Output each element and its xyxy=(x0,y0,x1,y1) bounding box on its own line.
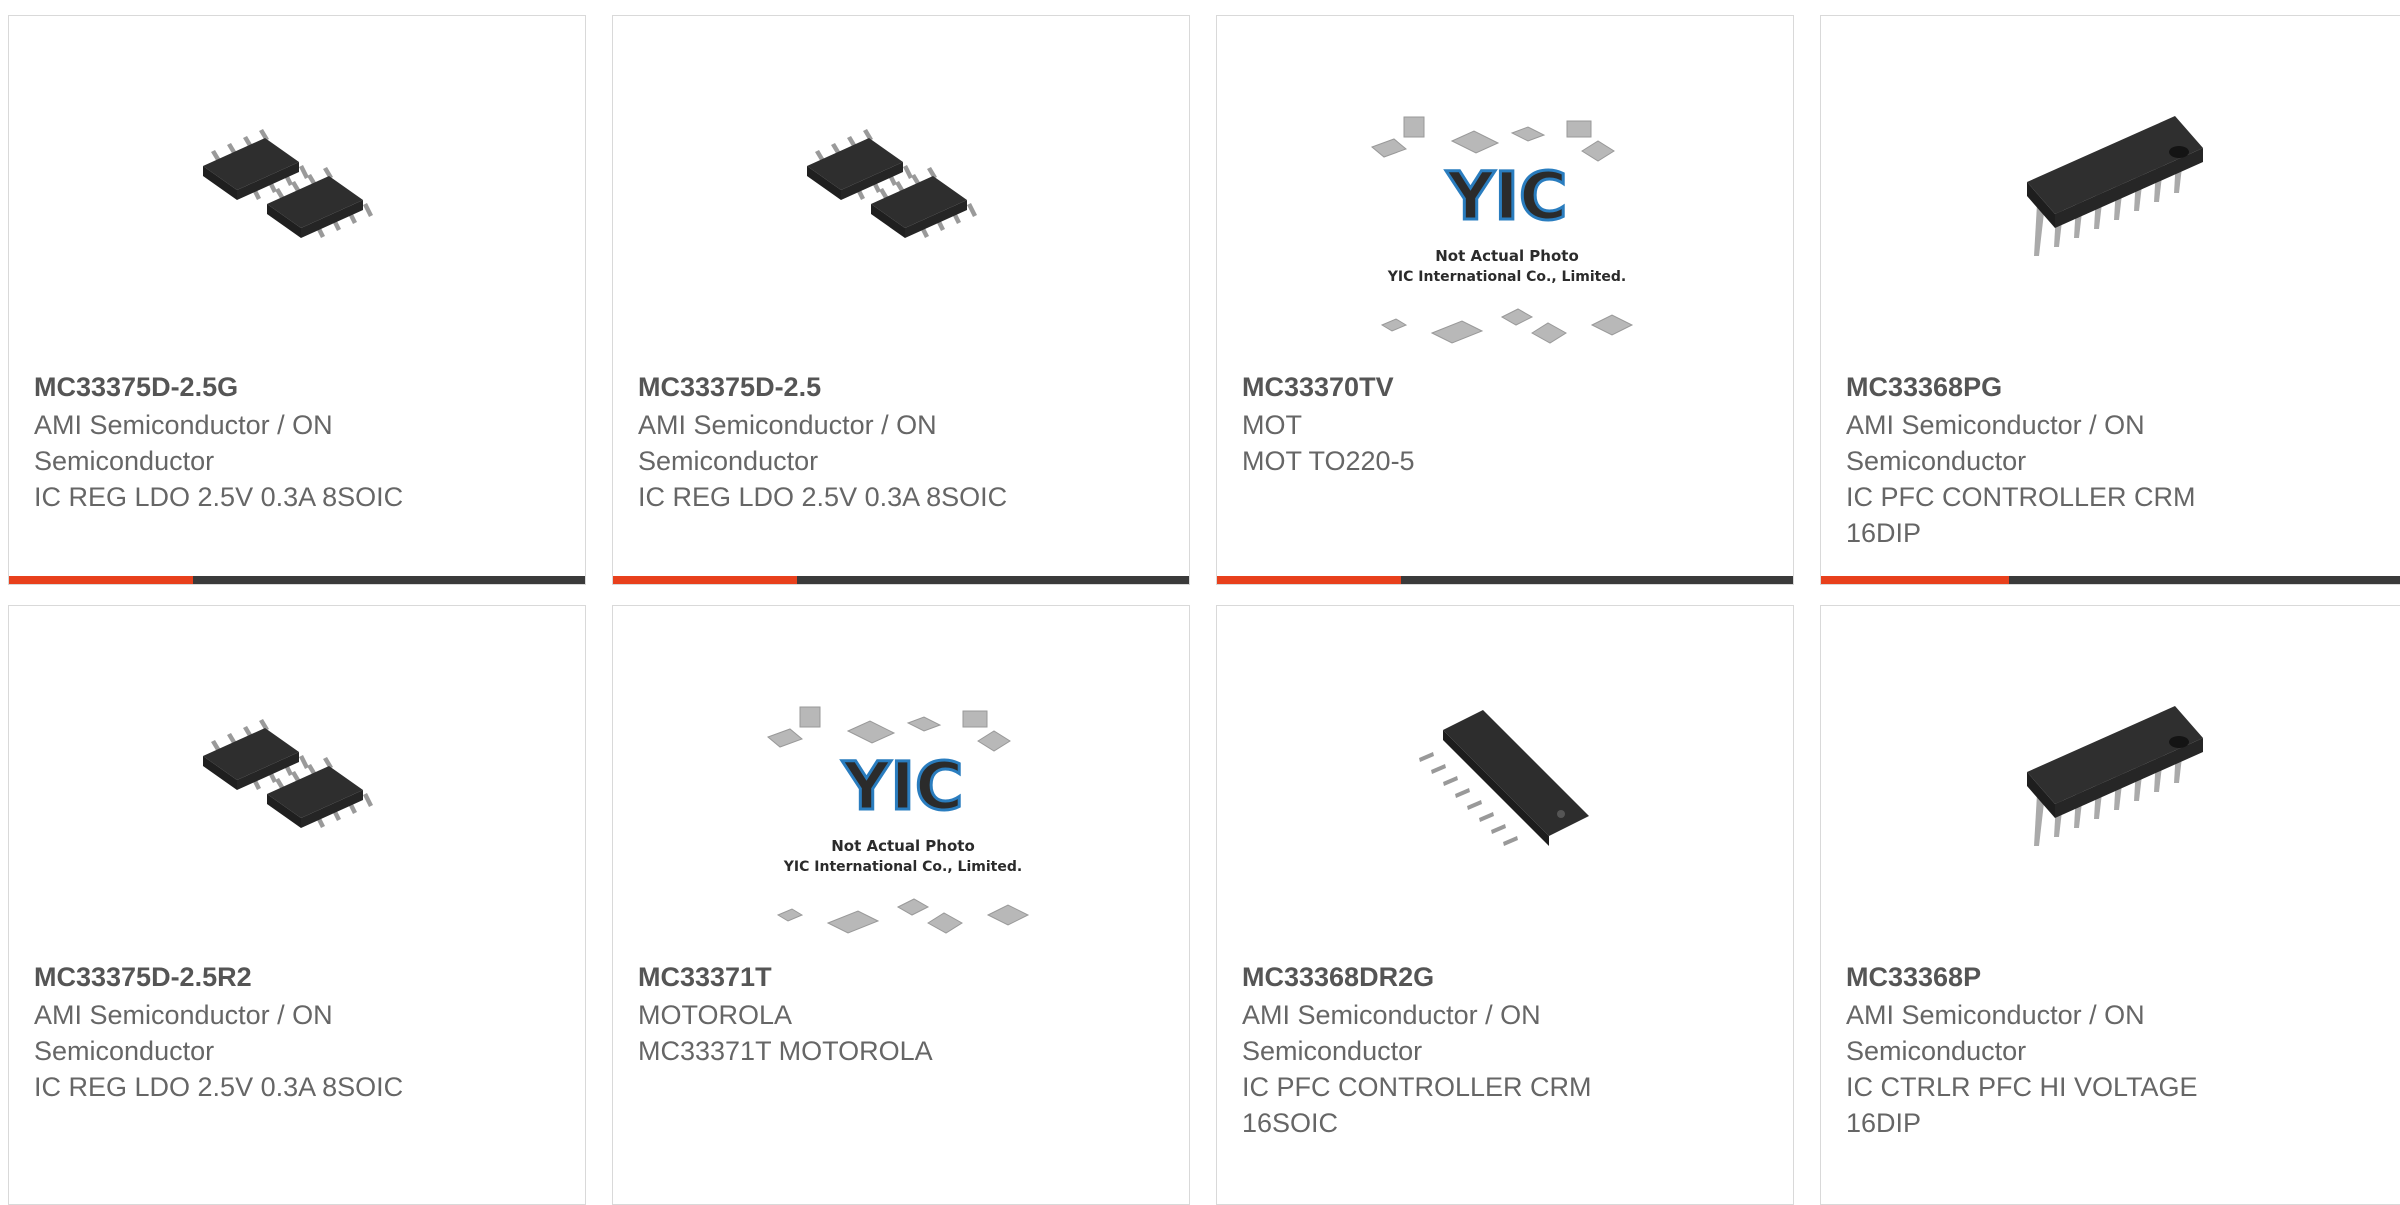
description: IC REG LDO 2.5V 0.3A 8SOIC xyxy=(34,1072,404,1102)
dip16-chip-icon xyxy=(2007,86,2213,292)
part-number[interactable]: MC33371T xyxy=(638,960,1158,994)
progress-fill xyxy=(9,576,194,584)
svg-text:YIC: YIC xyxy=(842,748,964,825)
product-card[interactable]: MC33375D-2.5G AMI Semiconductor / ON Sem… xyxy=(8,15,586,585)
svg-text:Not Actual Photo: Not Actual Photo xyxy=(831,837,975,855)
progress-fill xyxy=(613,576,798,584)
product-card[interactable]: YIC Not Actual Photo YIC International C… xyxy=(1216,15,1794,585)
not-actual-photo-placeholder: YIC Not Actual Photo YIC International C… xyxy=(1362,111,1652,361)
manufacturer: MOT xyxy=(1242,410,1302,440)
svg-text:YIC International Co., Limited: YIC International Co., Limited. xyxy=(1387,269,1626,285)
product-card[interactable]: MC33375D-2.5R2 AMI Semiconductor / ON Se… xyxy=(8,605,586,1205)
manufacturer: AMI Semiconductor / ON Semiconductor xyxy=(1846,1000,2145,1066)
product-card[interactable]: MC33368DR2G AMI Semiconductor / ON Semic… xyxy=(1216,605,1794,1205)
svg-text:YIC: YIC xyxy=(1446,158,1568,235)
dip16-chip-icon xyxy=(2007,676,2213,882)
manufacturer: AMI Semiconductor / ON Semiconductor xyxy=(34,410,333,476)
soic8-chip-icon xyxy=(195,676,401,882)
product-card[interactable]: MC33375D-2.5 AMI Semiconductor / ON Semi… xyxy=(612,15,1190,585)
manufacturer: AMI Semiconductor / ON Semiconductor xyxy=(638,410,937,476)
soic8-chip-icon xyxy=(799,86,1005,292)
part-number[interactable]: MC33375D-2.5 xyxy=(638,370,1158,404)
soic16-chip-icon xyxy=(1403,676,1609,882)
description: IC REG LDO 2.5V 0.3A 8SOIC xyxy=(638,482,1008,512)
description: MC33371T MOTOROLA xyxy=(638,1036,933,1066)
card-progress-bar xyxy=(1821,576,2400,584)
manufacturer: AMI Semiconductor / ON Semiconductor xyxy=(34,1000,333,1066)
description: MOT TO220-5 xyxy=(1242,446,1415,476)
card-progress-bar xyxy=(613,576,1189,584)
part-number[interactable]: MC33375D-2.5G xyxy=(34,370,554,404)
product-card[interactable]: MC33368PG AMI Semiconductor / ON Semicon… xyxy=(1820,15,2400,585)
part-number[interactable]: MC33370TV xyxy=(1242,370,1762,404)
description: IC PFC CONTROLLER CRM 16DIP xyxy=(1846,482,2196,548)
soic8-chip-icon xyxy=(195,86,401,292)
part-number[interactable]: MC33368DR2G xyxy=(1242,960,1762,994)
card-progress-bar xyxy=(1217,576,1793,584)
description: IC REG LDO 2.5V 0.3A 8SOIC xyxy=(34,482,404,512)
progress-fill xyxy=(1821,576,2010,584)
card-progress-bar xyxy=(9,576,585,584)
part-number[interactable]: MC33375D-2.5R2 xyxy=(34,960,554,994)
svg-text:YIC International Co., Limited: YIC International Co., Limited. xyxy=(783,859,1022,875)
product-card[interactable]: YIC Not Actual Photo YIC International C… xyxy=(612,605,1190,1205)
manufacturer: AMI Semiconductor / ON Semiconductor xyxy=(1846,410,2145,476)
description: IC CTRLR PFC HI VOLTAGE 16DIP xyxy=(1846,1072,2198,1138)
part-number[interactable]: MC33368P xyxy=(1846,960,2366,994)
svg-text:Not Actual Photo: Not Actual Photo xyxy=(1435,247,1579,265)
progress-fill xyxy=(1217,576,1402,584)
manufacturer: MOTOROLA xyxy=(638,1000,793,1030)
manufacturer: AMI Semiconductor / ON Semiconductor xyxy=(1242,1000,1541,1066)
description: IC PFC CONTROLLER CRM 16SOIC xyxy=(1242,1072,1592,1138)
product-card[interactable]: MC33368P AMI Semiconductor / ON Semicond… xyxy=(1820,605,2400,1205)
part-number[interactable]: MC33368PG xyxy=(1846,370,2366,404)
not-actual-photo-placeholder: YIC Not Actual Photo YIC International C… xyxy=(758,701,1048,951)
